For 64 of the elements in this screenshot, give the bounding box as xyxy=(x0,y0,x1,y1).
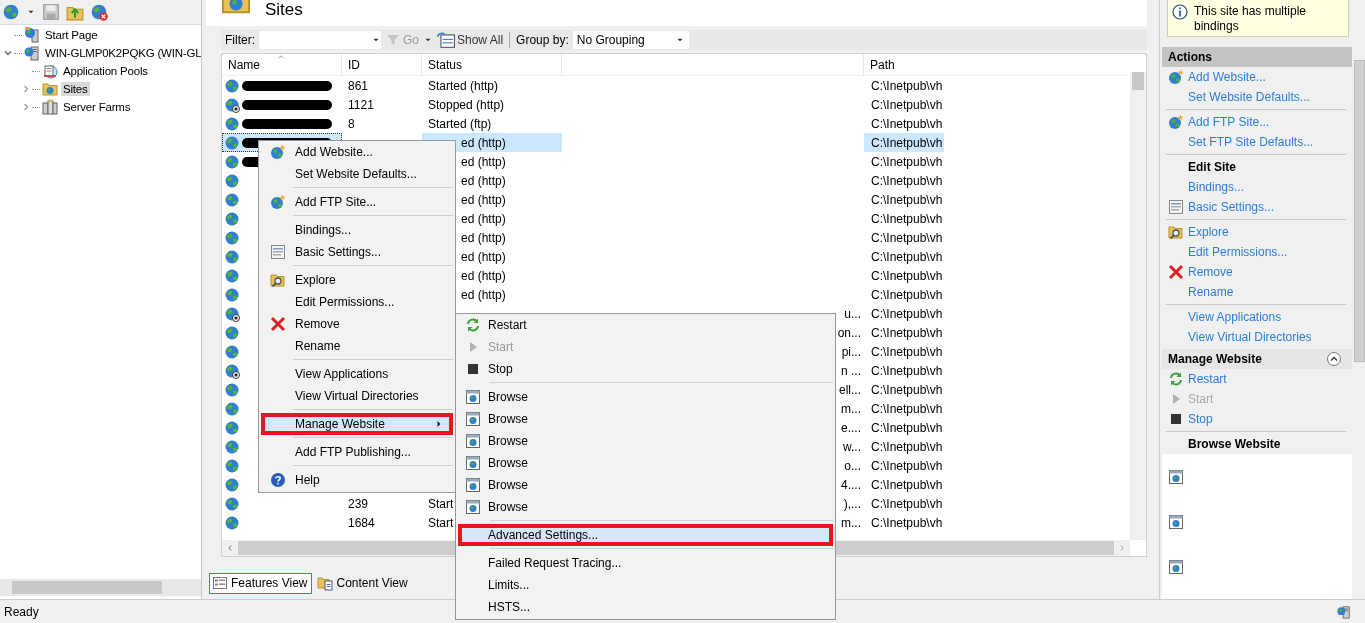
group-by-label: Group by: xyxy=(516,33,569,47)
table-cell: ed (http) xyxy=(461,249,506,264)
table-cell: C:\Inetpub\vh xyxy=(871,363,943,378)
table-cell: 1121 xyxy=(348,97,374,112)
table-cell: C:\Inetpub\vh xyxy=(871,192,943,207)
table-cell: C:\Inetpub\vh xyxy=(871,515,943,530)
table-cell: C:\Inetpub\vh xyxy=(871,230,943,245)
actions-header: Actions xyxy=(1162,47,1352,67)
page-title: Sites xyxy=(265,0,303,20)
table-cell: C:\Inetpub\vh xyxy=(871,306,943,321)
table-cell: C:\Inetpub\vh xyxy=(871,382,943,397)
table-cell: ed (http) xyxy=(461,154,506,169)
table-cell: C:\Inetpub\vh xyxy=(871,496,943,511)
table-cell: 1684 xyxy=(348,515,375,530)
table-cell: C:\Inetpub\vh xyxy=(871,116,943,131)
table-cell: o... xyxy=(844,458,861,473)
table-cell: ed (http) xyxy=(461,211,506,226)
table-cell: C:\Inetpub\vh xyxy=(871,173,943,188)
table-cell: m... xyxy=(841,401,861,416)
table-cell: C:\Inetpub\vh xyxy=(871,420,943,435)
group-heading: Edit Site xyxy=(1188,160,1236,174)
table-cell: C:\Inetpub\vh xyxy=(871,458,943,473)
table-cell: ell... xyxy=(839,382,861,397)
table-cell: C:\Inetpub\vh xyxy=(871,211,943,226)
table-cell: C:\Inetpub\vh xyxy=(871,268,943,283)
section-title: Manage Website xyxy=(1168,352,1262,366)
table-cell: on... xyxy=(837,325,861,340)
table-cell: C:\Inetpub\vh xyxy=(871,249,943,264)
table-cell: 239 xyxy=(348,496,369,511)
info-text: This site has multiple bindings xyxy=(1194,4,1308,34)
table-cell: C:\Inetpub\vh xyxy=(871,78,943,93)
table-cell: ),... xyxy=(843,496,861,511)
table-cell: Start xyxy=(428,496,454,511)
table-cell: 4.... xyxy=(841,477,861,492)
table-cell: C:\Inetpub\vh xyxy=(871,344,943,359)
status-text: Ready xyxy=(4,604,39,619)
filter-label: Filter: xyxy=(225,33,255,47)
table-cell: ed (http) xyxy=(461,268,506,283)
table-cell: C:\Inetpub\vh xyxy=(871,325,943,340)
table-cell: n ... xyxy=(841,363,861,378)
table-cell: Start xyxy=(428,515,454,530)
table-cell: e.... xyxy=(841,420,861,435)
table-cell: ed (http) xyxy=(461,287,506,302)
table-cell: C:\Inetpub\vh xyxy=(871,477,943,492)
table-cell: Started (ftp) xyxy=(428,116,492,131)
table-cell: C:\Inetpub\vh xyxy=(871,135,943,150)
table-cell: C:\Inetpub\vh xyxy=(871,97,943,112)
table-cell: ed (http) xyxy=(461,230,506,245)
table-cell: w... xyxy=(843,439,861,454)
table-cell: ed (http) xyxy=(461,173,506,188)
table-cell: Stopped (http) xyxy=(428,97,505,112)
table-cell: Started (http) xyxy=(428,78,499,93)
table-cell: pi... xyxy=(841,344,861,359)
group-heading: Browse Website xyxy=(1188,437,1281,451)
table-cell: ed (http) xyxy=(461,135,506,150)
table-cell: C:\Inetpub\vh xyxy=(871,401,943,416)
table-cell: u... xyxy=(844,306,861,321)
table-cell: m... xyxy=(841,515,861,530)
table-cell: C:\Inetpub\vh xyxy=(871,287,943,302)
table-cell: ed (http) xyxy=(461,192,506,207)
table-cell: C:\Inetpub\vh xyxy=(871,154,943,169)
table-cell: 8 xyxy=(348,116,355,131)
table-cell: 861 xyxy=(348,78,369,93)
table-cell: C:\Inetpub\vh xyxy=(871,439,943,454)
